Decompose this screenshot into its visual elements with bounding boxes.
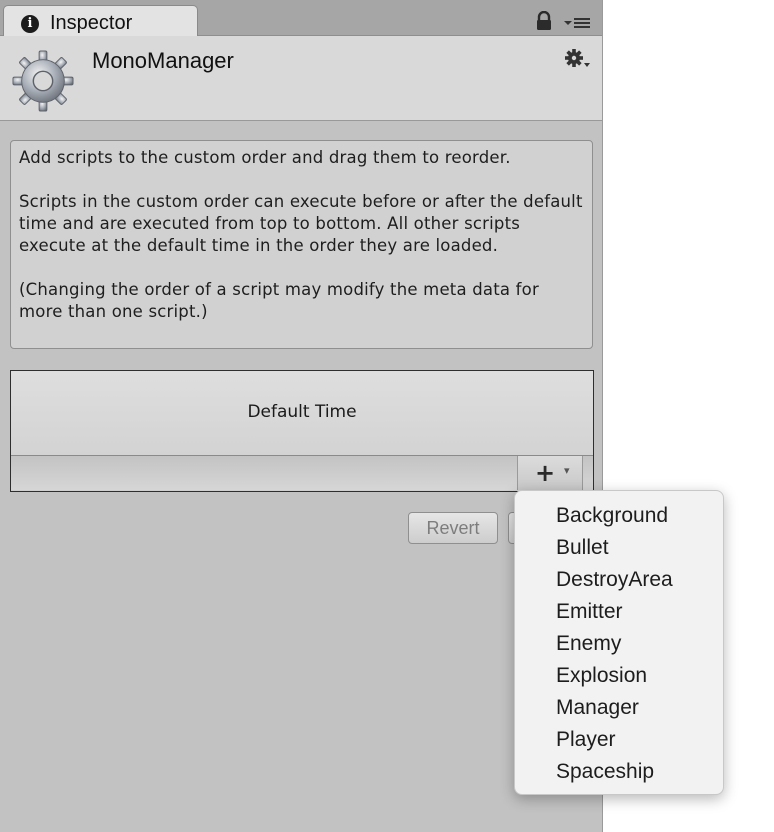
lock-icon[interactable]: [534, 11, 554, 31]
menu-item-emitter[interactable]: Emitter: [515, 596, 723, 628]
default-time-row: Default Time: [11, 371, 593, 456]
settings-gear-icon[interactable]: [562, 48, 592, 72]
menu-item-spaceship[interactable]: Spaceship: [515, 756, 723, 788]
menu-item-bullet[interactable]: Bullet: [515, 532, 723, 564]
help-paragraph: (Changing the order of a script may modi…: [19, 280, 539, 321]
add-script-button[interactable]: + ▾: [517, 456, 583, 490]
menu-item-enemy[interactable]: Enemy: [515, 628, 723, 660]
revert-button[interactable]: Revert: [408, 512, 498, 544]
execution-order-list: Default Time + ▾: [10, 370, 594, 492]
dropdown-arrow-icon: ▾: [564, 464, 570, 477]
plus-icon: +: [535, 459, 556, 487]
menu-item-manager[interactable]: Manager: [515, 692, 723, 724]
help-box: Add scripts to the custom order and drag…: [10, 140, 593, 349]
help-paragraph: Scripts in the custom order can execute …: [19, 192, 583, 255]
tab-menu-icon[interactable]: [563, 13, 591, 31]
gear-icon: [12, 50, 74, 112]
menu-item-destroyarea[interactable]: DestroyArea: [515, 564, 723, 596]
menu-item-explosion[interactable]: Explosion: [515, 660, 723, 692]
list-footer: + ▾: [11, 456, 593, 490]
tab-bar: i Inspector: [0, 0, 602, 36]
default-time-label: Default Time: [247, 402, 357, 422]
tab-title: Inspector: [50, 12, 133, 34]
component-title: MonoManager: [92, 48, 234, 73]
info-icon: i: [21, 15, 39, 33]
menu-item-background[interactable]: Background: [515, 500, 723, 532]
help-paragraph: Add scripts to the custom order and drag…: [19, 148, 511, 167]
inspector-header: MonoManager: [0, 36, 602, 121]
script-dropdown-menu: Background Bullet DestroyArea Emitter En…: [514, 490, 724, 795]
tab-inspector[interactable]: i Inspector: [3, 5, 198, 36]
inspector-panel: i Inspector MonoManager Add scripts to t…: [0, 0, 603, 832]
menu-item-player[interactable]: Player: [515, 724, 723, 756]
